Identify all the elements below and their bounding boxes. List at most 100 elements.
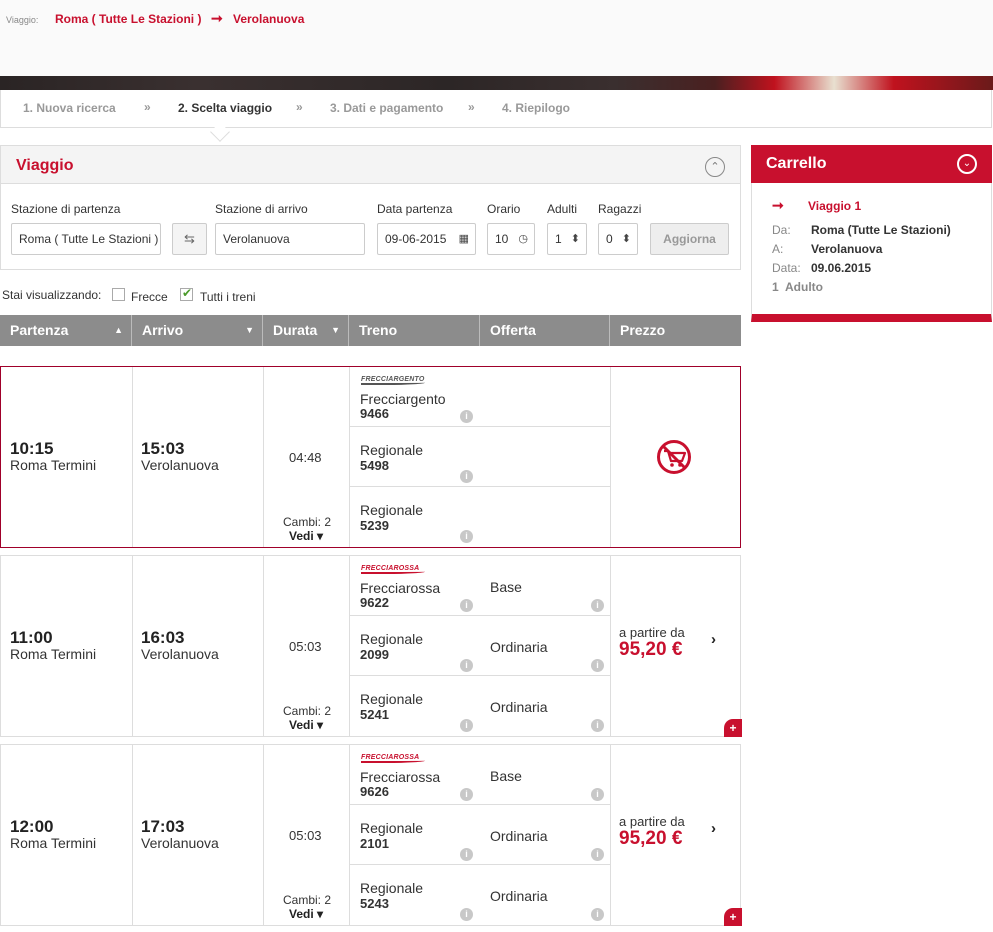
train-number: 5498 <box>360 458 389 473</box>
header-durata[interactable]: Durata ▼ <box>263 315 349 346</box>
info-icon[interactable]: i <box>591 659 604 672</box>
date-input[interactable]: 09-06-2015 ▦ <box>377 223 476 255</box>
train-segment: Regionale 5243 i <box>350 865 481 925</box>
duration: 05:03 <box>289 639 322 654</box>
swap-stations-button[interactable]: ⇆ <box>172 223 207 255</box>
info-icon[interactable]: i <box>460 599 473 612</box>
show-details-link[interactable]: Vedi ▾ <box>289 907 323 921</box>
train-segment: FRECCIAROSSA Frecciarossa 9626 i <box>350 745 481 805</box>
all-trains-checkbox[interactable] <box>180 286 193 301</box>
cart-date-value: 09.06.2015 <box>811 261 872 275</box>
step-separator-icon: » <box>144 100 151 114</box>
train-number: 5243 <box>360 896 389 911</box>
info-icon[interactable]: i <box>460 848 473 861</box>
offer-segment <box>480 367 611 427</box>
frecciarossa-logo: FRECCIAROSSA <box>361 565 425 574</box>
changes-count: Cambi: 2 <box>283 515 332 529</box>
kids-value: 0 <box>606 232 613 246</box>
offer-name: Ordinaria <box>490 888 548 904</box>
info-icon[interactable]: i <box>460 470 473 483</box>
offer-name: Ordinaria <box>490 828 548 844</box>
header-treno-label: Treno <box>359 322 398 338</box>
arrival-station: Verolanuova <box>141 835 219 851</box>
update-button[interactable]: Aggiorna <box>650 223 729 255</box>
info-icon[interactable]: i <box>460 530 473 543</box>
train-number: 5239 <box>360 518 389 533</box>
sort-desc-icon: ▼ <box>331 325 340 335</box>
sort-desc-icon: ▼ <box>245 325 254 335</box>
show-details-link[interactable]: Vedi ▾ <box>289 529 323 543</box>
info-icon[interactable]: i <box>460 410 473 423</box>
header-prezzo: Prezzo <box>610 315 741 346</box>
chevron-right-icon[interactable]: › <box>711 820 716 837</box>
header-prezzo-label: Prezzo <box>620 322 666 338</box>
sort-asc-icon: ▲ <box>114 325 123 335</box>
frecce-checkbox[interactable] <box>112 288 125 301</box>
info-icon[interactable]: i <box>460 719 473 732</box>
arrival-time: 15:03 <box>141 439 185 458</box>
expand-icon[interactable]: ⌄ <box>957 154 977 174</box>
cart-panel: Carrello ⌄ ➞ Viaggio 1 Da: Roma (Tutte L… <box>751 145 992 322</box>
calendar-icon: ▦ <box>458 233 469 245</box>
departure-input[interactable]: Roma ( Tutte Le Stazioni ) <box>11 223 161 255</box>
solution-row[interactable]: 10:15 Roma Termini 15:03 Verolanuova 04:… <box>0 366 741 548</box>
train-number: 9466 <box>360 406 389 421</box>
info-icon[interactable]: i <box>460 659 473 672</box>
info-icon[interactable]: i <box>591 848 604 861</box>
adults-value: 1 <box>555 232 562 246</box>
trip-destination: Verolanuova <box>233 12 305 26</box>
info-icon[interactable]: i <box>591 908 604 921</box>
frecciargento-logo: FRECCIARGENTO <box>361 376 425 385</box>
spinner-icon: ⬍ <box>621 233 631 245</box>
price-from-label: a partire da <box>619 814 685 829</box>
cart-header[interactable]: Carrello ⌄ <box>751 145 992 183</box>
trip-origin: Roma ( Tutte Le Stazioni ) <box>55 12 202 26</box>
offer-segment[interactable]: Ordinaria i <box>480 865 611 925</box>
header-durata-label: Durata <box>273 322 318 338</box>
solution-row[interactable]: 11:00 Roma Termini 16:03 Verolanuova 05:… <box>0 555 742 737</box>
duration: 05:03 <box>289 828 322 843</box>
price-value: 95,20 € <box>619 639 683 660</box>
header-treno: Treno <box>349 315 480 346</box>
cart-trip-name[interactable]: Viaggio 1 <box>808 199 861 213</box>
offer-segment[interactable]: Ordinaria i <box>480 805 611 865</box>
header-offerta: Offerta <box>480 315 610 346</box>
train-name: Frecciargento <box>360 391 446 407</box>
offer-segment[interactable]: Base i <box>480 745 611 805</box>
offer-segment[interactable]: Base i <box>480 556 611 616</box>
arrival-label: Stazione di arrivo <box>215 202 308 216</box>
header-offerta-label: Offerta <box>490 322 536 338</box>
train-name: Regionale <box>360 820 424 836</box>
train-segment: Regionale 5239 i <box>350 487 481 547</box>
solution-row[interactable]: 12:00 Roma Termini 17:03 Verolanuova 05:… <box>0 744 742 926</box>
info-icon[interactable]: i <box>591 788 604 801</box>
time-select[interactable]: 10 ◷ <box>487 223 535 255</box>
progress-steps: 1. Nuova ricerca » 2. Scelta viaggio » 3… <box>0 90 992 128</box>
train-number: 9622 <box>360 595 389 610</box>
info-icon[interactable]: i <box>591 719 604 732</box>
arrival-input[interactable]: Verolanuova <box>215 223 365 255</box>
step-new-search[interactable]: 1. Nuova ricerca <box>23 101 116 115</box>
show-details-link[interactable]: Vedi ▾ <box>289 718 323 732</box>
kids-select[interactable]: 0 ⬍ <box>598 223 638 255</box>
header-partenza[interactable]: Partenza ▲ <box>0 315 132 346</box>
adults-select[interactable]: 1 ⬍ <box>547 223 587 255</box>
collapse-icon[interactable]: ⌃ <box>705 157 725 177</box>
add-to-cart-icon[interactable]: + <box>724 908 742 926</box>
train-segment: Regionale 5498 i <box>350 427 481 487</box>
info-icon[interactable]: i <box>460 788 473 801</box>
offer-name: Base <box>490 768 522 784</box>
price-from-label: a partire da <box>619 625 685 640</box>
add-to-cart-icon[interactable]: + <box>724 719 742 737</box>
not-buyable-cart-icon <box>657 440 691 474</box>
cart-date-key: Data: <box>772 261 801 275</box>
offer-segment[interactable]: Ordinaria i <box>480 616 611 676</box>
departure-station: Roma Termini <box>10 835 97 851</box>
step-separator-icon: » <box>468 100 475 114</box>
header-arrivo[interactable]: Arrivo ▼ <box>132 315 263 346</box>
arrival-station: Verolanuova <box>141 457 219 473</box>
info-icon[interactable]: i <box>460 908 473 921</box>
info-icon[interactable]: i <box>591 599 604 612</box>
offer-segment[interactable]: Ordinaria i <box>480 676 611 736</box>
chevron-right-icon[interactable]: › <box>711 631 716 648</box>
